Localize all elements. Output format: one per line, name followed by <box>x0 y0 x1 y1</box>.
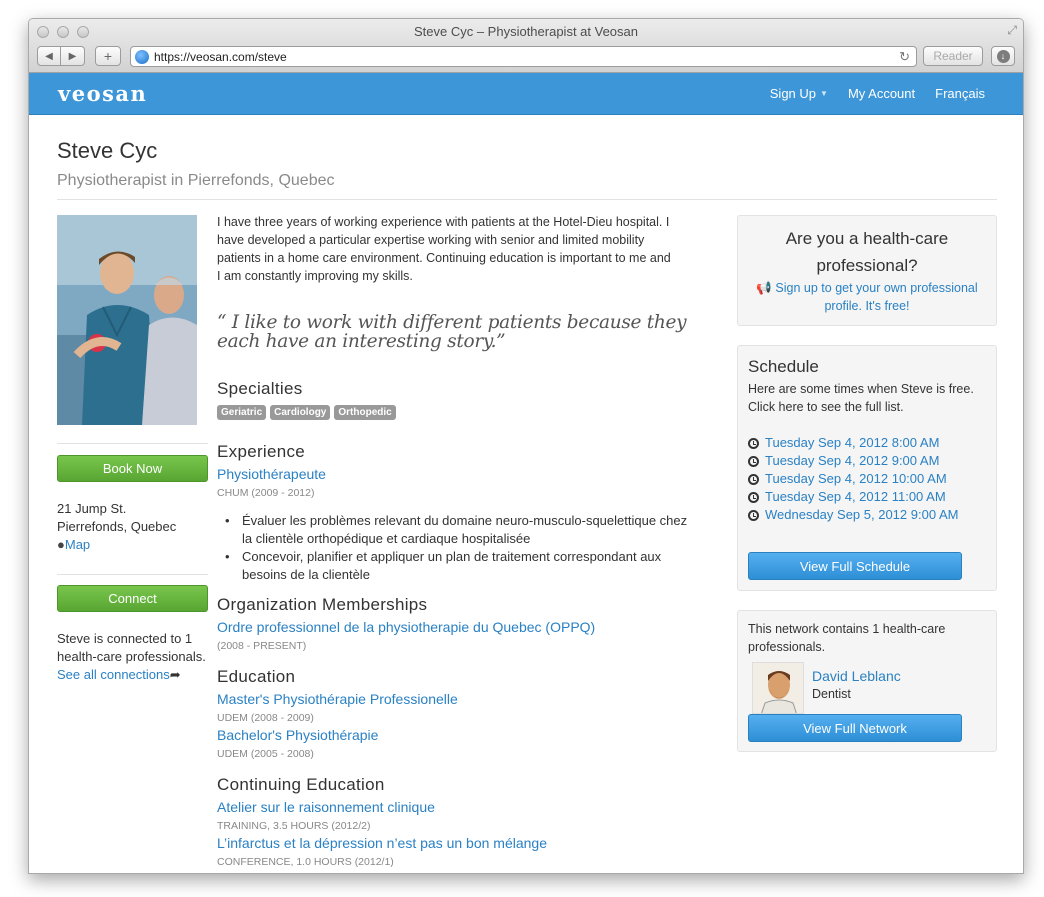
address-line: 21 Jump St. <box>57 501 127 516</box>
clock-icon <box>748 473 759 485</box>
megaphone-icon: 📢 <box>756 281 772 295</box>
specialties-heading: Specialties <box>217 379 303 398</box>
continuing-education-meta: CONFERENCE, 1.0 HOURS (2012/1) <box>217 856 394 868</box>
divider <box>57 443 208 444</box>
schedule-slot[interactable]: Tuesday Sep 4, 2012 9:00 AM <box>748 452 996 470</box>
url-text: https://veosan.com/steve <box>154 49 287 64</box>
schedule-slot[interactable]: Tuesday Sep 4, 2012 10:00 AM <box>748 470 996 488</box>
nav-sign-up-label: Sign Up <box>769 86 817 101</box>
connections-summary: Steve is connected to 1 health-care prof… <box>57 630 207 684</box>
schedule-slot-label: Tuesday Sep 4, 2012 10:00 AM <box>765 471 947 486</box>
bio-text: I have three years of working experience… <box>217 215 671 283</box>
promo-signup-label: Sign up to get your own professional pro… <box>775 281 978 313</box>
promo-box: Are you a health-care professional? 📢 Si… <box>737 215 997 326</box>
schedule-slot-label: Tuesday Sep 4, 2012 8:00 AM <box>765 435 940 450</box>
continuing-education-link[interactable]: Atelier sur le raisonnement clinique <box>217 799 435 815</box>
download-icon: ↓ <box>996 49 1010 63</box>
address-bar[interactable]: https://veosan.com/steve ↻ <box>130 46 917 67</box>
connect-button[interactable]: Connect <box>57 585 208 612</box>
education-link[interactable]: Bachelor's Physiothérapie <box>217 727 378 743</box>
connections-count: Steve is connected to 1 health-care prof… <box>57 631 206 664</box>
full-list-link[interactable]: Click here to see the full list. <box>748 398 996 416</box>
new-tab-button[interactable]: + <box>95 46 121 66</box>
view-full-network-button[interactable]: View Full Network <box>748 714 962 742</box>
quote: “ I like to work with different patients… <box>217 312 687 352</box>
network-box: This network contains 1 health-care prof… <box>737 610 997 752</box>
schedule-slot[interactable]: Tuesday Sep 4, 2012 11:00 AM <box>748 488 996 506</box>
address-line: Pierrefonds, Quebec <box>57 519 177 534</box>
forward-button[interactable]: ▶ <box>61 46 85 66</box>
contact-name-link[interactable]: David Leblanc <box>812 668 901 684</box>
arrow-right-icon: ➦ <box>169 667 181 682</box>
map-link[interactable]: ●Map <box>57 536 176 554</box>
reader-button[interactable]: Reader <box>923 46 983 66</box>
nav-menu: Sign Up ▼ My Account Français <box>770 86 985 101</box>
list-item: Évaluer les problèmes relevant du domain… <box>225 512 692 548</box>
continuing-education-heading: Continuing Education <box>217 775 385 794</box>
specialty-badge: Orthopedic <box>334 405 396 420</box>
schedule-slot-label: Tuesday Sep 4, 2012 11:00 AM <box>765 489 946 504</box>
clock-icon <box>748 509 759 521</box>
fullscreen-icon[interactable]: ⤢ <box>1007 23 1017 38</box>
divider <box>57 574 208 575</box>
page-subtitle: Physiotherapist in Pierrefonds, Quebec <box>57 172 335 189</box>
window-title: Steve Cyc – Physiotherapist at Veosan <box>413 24 638 39</box>
education-meta: UDEM (2005 - 2008) <box>217 748 314 760</box>
schedule-title: Schedule <box>748 357 819 376</box>
list-item: Concevoir, planifier et appliquer un pla… <box>225 548 692 584</box>
experience-meta: CHUM (2009 - 2012) <box>217 487 315 499</box>
see-all-connections-label: See all connections <box>57 667 170 682</box>
see-all-connections-link[interactable]: See all connections➦ <box>57 666 207 684</box>
address: 21 Jump St. Pierrefonds, Quebec ●Map <box>57 500 176 554</box>
globe-icon <box>135 49 149 64</box>
memberships-heading: Organization Memberships <box>217 595 428 614</box>
network-intro: This network contains 1 health-care prof… <box>748 622 946 654</box>
membership-link[interactable]: Ordre professionnel de la physiotherapie… <box>217 619 595 635</box>
profile-photo <box>57 215 197 425</box>
experience-title-link[interactable]: Physiothérapeute <box>217 466 326 482</box>
nav-francais[interactable]: Français <box>935 86 985 101</box>
schedule-slot[interactable]: Tuesday Sep 4, 2012 8:00 AM <box>748 434 996 452</box>
specialty-badge: Geriatric <box>217 405 267 420</box>
experience-heading: Experience <box>217 442 306 461</box>
clock-icon <box>748 455 759 467</box>
globe-icon: ● <box>57 537 65 552</box>
caret-down-icon: ▼ <box>820 89 828 98</box>
membership-meta: (2008 - PRESENT) <box>217 640 307 652</box>
clock-icon <box>748 437 759 449</box>
continuing-education-meta: TRAINING, 3.5 HOURS (2012/2) <box>217 820 371 832</box>
site-logo[interactable]: veosan <box>58 81 147 106</box>
browser-chrome: Steve Cyc – Physiotherapist at Veosan ⤢ … <box>29 19 1023 73</box>
book-now-button[interactable]: Book Now <box>57 455 208 482</box>
specialty-badge: Cardiology <box>270 405 331 420</box>
education-link[interactable]: Master's Physiothérapie Professionelle <box>217 691 458 707</box>
schedule-slot-label: Tuesday Sep 4, 2012 9:00 AM <box>765 453 940 468</box>
browser-window: Steve Cyc – Physiotherapist at Veosan ⤢ … <box>28 18 1024 874</box>
clock-icon <box>748 491 759 503</box>
divider <box>57 199 997 200</box>
continuing-education-link[interactable]: L’infarctus et la dépression n’est pas u… <box>217 835 547 851</box>
education-heading: Education <box>217 667 296 686</box>
page-title: Steve Cyc <box>57 138 158 163</box>
promo-title: Are you a health-care professional? <box>785 229 949 275</box>
schedule-slot[interactable]: Wednesday Sep 5, 2012 9:00 AM <box>748 506 996 524</box>
schedule-box: Schedule Here are some times when Steve … <box>737 345 997 591</box>
schedule-intro: Here are some times when Steve is free. <box>748 382 974 396</box>
map-link-label: Map <box>64 537 91 552</box>
site-navbar: veosan Sign Up ▼ My Account Français <box>29 73 1023 115</box>
specialty-badges: Geriatric Cardiology Orthopedic <box>217 405 396 420</box>
education-meta: UDEM (2008 - 2009) <box>217 712 314 724</box>
history-buttons: ◀ ▶ <box>37 46 85 66</box>
schedule-slot-label: Wednesday Sep 5, 2012 9:00 AM <box>765 507 959 522</box>
downloads-button[interactable]: ↓ <box>991 46 1015 66</box>
nav-my-account[interactable]: My Account <box>848 86 915 101</box>
promo-signup-link[interactable]: 📢 Sign up to get your own professional p… <box>738 279 996 315</box>
view-full-schedule-button[interactable]: View Full Schedule <box>748 552 962 580</box>
avatar <box>752 662 804 714</box>
contact-role: Dentist <box>812 687 851 701</box>
experience-duties: Évaluer les problèmes relevant du domain… <box>225 512 692 584</box>
nav-sign-up[interactable]: Sign Up ▼ <box>770 86 828 101</box>
back-button[interactable]: ◀ <box>37 46 61 66</box>
reload-icon[interactable]: ↻ <box>899 49 910 65</box>
